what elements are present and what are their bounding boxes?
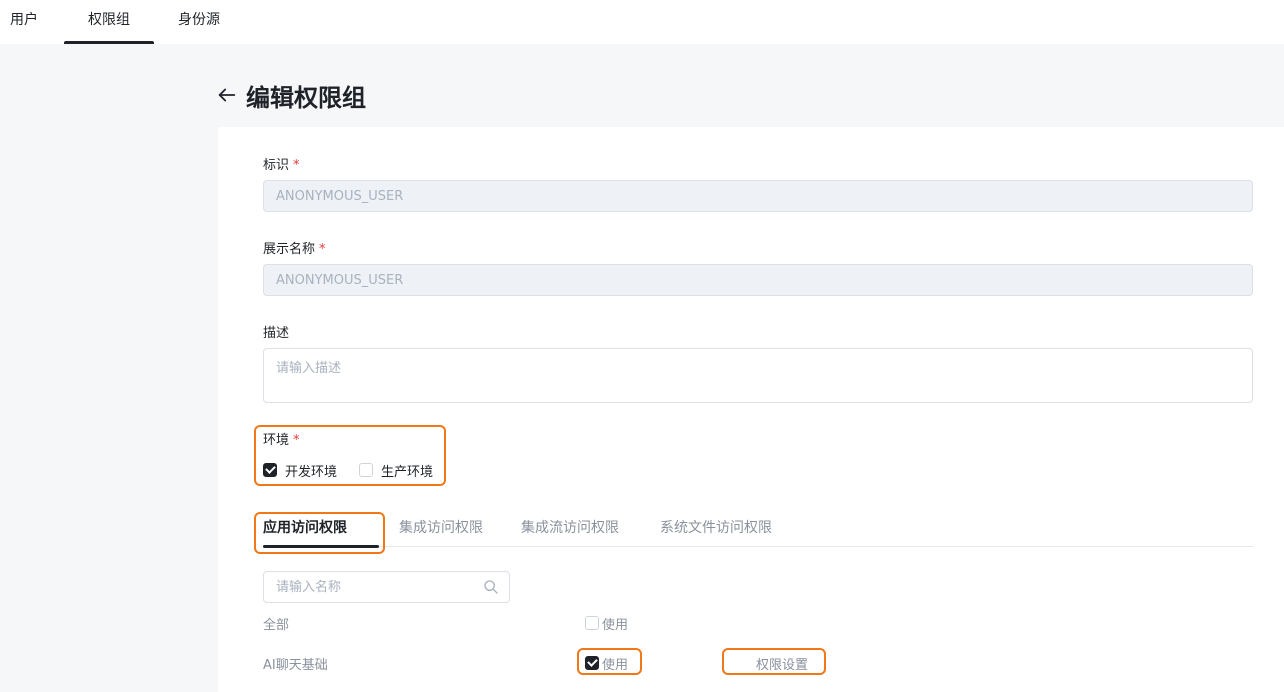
identifier-input[interactable]: ANONYMOUS_USER: [263, 180, 1253, 212]
name-search-input[interactable]: [276, 572, 476, 602]
row-ai-chat-use-checkbox[interactable]: [585, 656, 599, 670]
required-mark: *: [293, 433, 300, 448]
description-textarea[interactable]: 请输入描述: [263, 348, 1253, 403]
tab-permission-groups[interactable]: 权限组: [64, 0, 154, 44]
env-dev-label[interactable]: 开发环境: [285, 461, 337, 480]
permission-settings-link[interactable]: 权限设置: [756, 654, 808, 673]
page-header: 编辑权限组: [216, 78, 366, 112]
required-mark: *: [293, 158, 300, 173]
row-ai-chat-use-label[interactable]: 使用: [602, 654, 628, 673]
env-prod-checkbox[interactable]: [359, 463, 373, 477]
identifier-label-text: 标识: [263, 158, 290, 173]
description-label: 描述: [263, 326, 290, 341]
tab-identity-sources[interactable]: 身份源: [166, 0, 232, 44]
row-all-name: 全部: [263, 618, 290, 633]
row-ai-chat-name: AI聊天基础: [263, 658, 328, 673]
display-name-label: 展示名称 *: [263, 238, 326, 257]
display-name-input[interactable]: ANONYMOUS_USER: [263, 264, 1253, 296]
identifier-label: 标识 *: [263, 154, 300, 173]
tab-system-file-access[interactable]: 系统文件访问权限: [660, 512, 772, 547]
page-title: 编辑权限组: [246, 83, 366, 112]
tab-users[interactable]: 用户: [0, 0, 48, 44]
arrow-left-icon[interactable]: [216, 84, 238, 106]
tab-integration-access[interactable]: 集成访问权限: [399, 512, 483, 547]
row-all-use-label[interactable]: 使用: [602, 614, 628, 633]
name-search: [263, 571, 510, 603]
row-all-use-checkbox[interactable]: [585, 616, 599, 630]
env-dev-checkbox[interactable]: [263, 463, 277, 477]
permission-tabs: 应用访问权限 集成访问权限 集成流访问权限 系统文件访问权限: [263, 512, 1253, 548]
env-prod-label[interactable]: 生产环境: [381, 461, 433, 480]
tab-integration-flow-access[interactable]: 集成流访问权限: [521, 512, 619, 547]
environment-label: 环境 *: [263, 429, 300, 448]
required-mark: *: [319, 242, 326, 257]
app-access-tab-highlight: [254, 512, 385, 554]
display-name-label-text: 展示名称: [263, 242, 316, 257]
environment-label-text: 环境: [263, 433, 290, 448]
top-nav: 用户 权限组 身份源: [0, 0, 1284, 44]
search-icon[interactable]: [483, 579, 499, 595]
